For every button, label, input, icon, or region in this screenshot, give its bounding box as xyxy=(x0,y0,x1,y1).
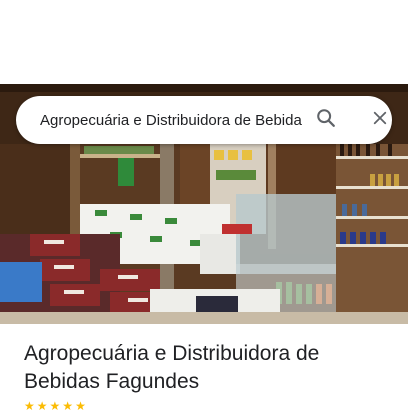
search-icon xyxy=(315,107,337,134)
place-title: Agropecuária e Distribuidora de Bebidas … xyxy=(24,342,320,393)
search-bar xyxy=(16,96,392,144)
search-button[interactable] xyxy=(310,104,342,136)
clear-search-button[interactable] xyxy=(364,104,396,136)
rating-stars[interactable]: ★ ★ ★ ★ ★ xyxy=(24,400,86,412)
star-icon: ★ xyxy=(24,399,35,413)
search-input[interactable] xyxy=(40,96,302,144)
close-icon xyxy=(371,109,389,132)
star-icon: ★ xyxy=(75,399,86,413)
star-icon: ★ xyxy=(36,399,48,413)
star-icon: ★ xyxy=(62,399,74,413)
star-icon: ★ xyxy=(49,399,61,413)
